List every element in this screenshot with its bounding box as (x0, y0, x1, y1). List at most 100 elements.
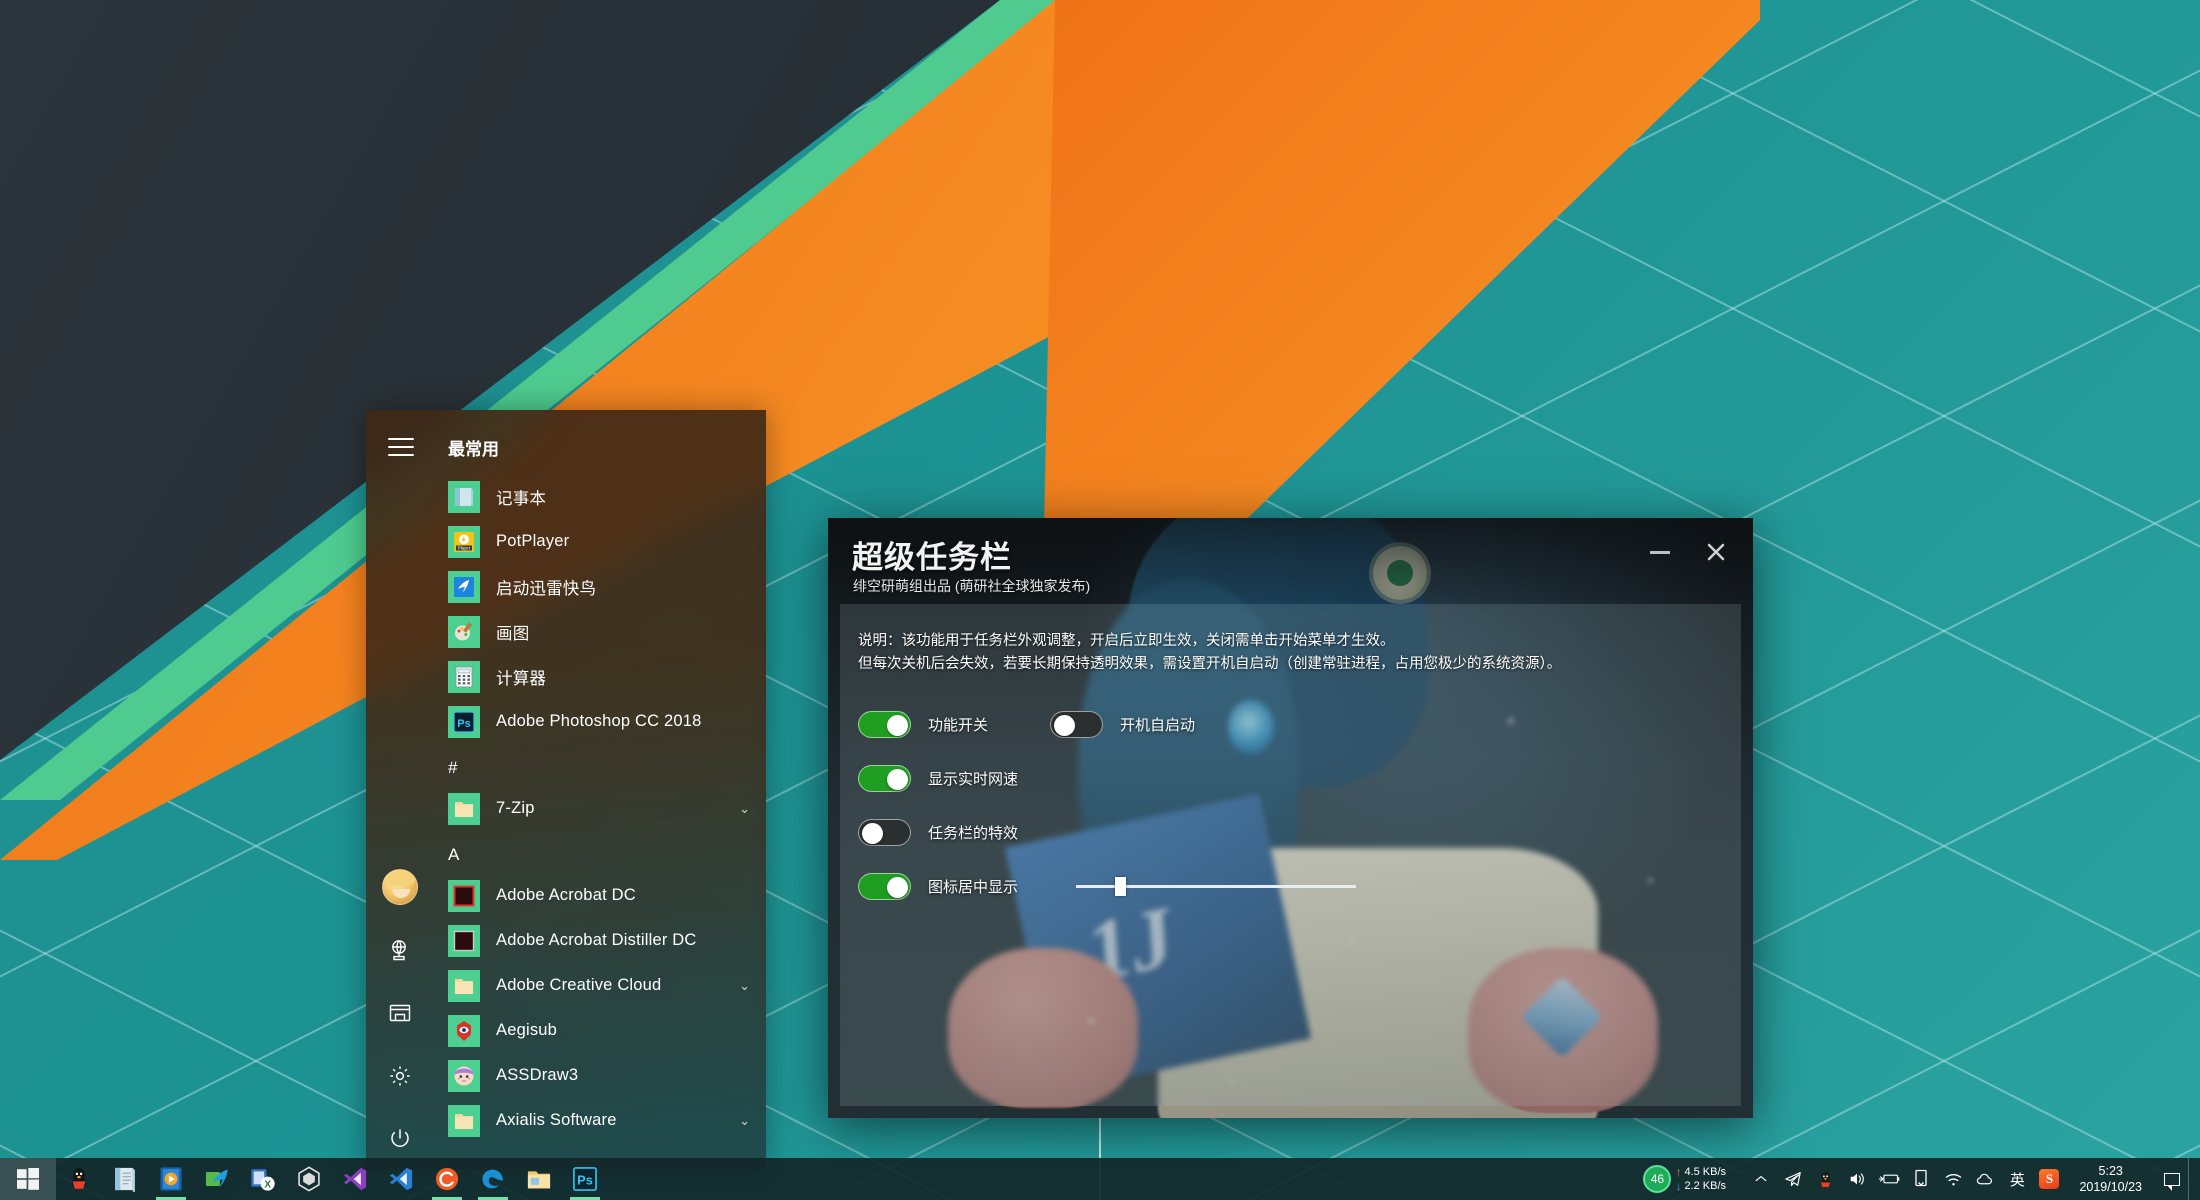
taskbar-item-clover[interactable] (424, 1158, 470, 1200)
app-label: 启动迅雷快鸟 (496, 575, 750, 599)
toggle-autostart[interactable] (1050, 711, 1103, 738)
chevron-down-icon[interactable]: ⌄ (739, 801, 750, 817)
list-item[interactable]: Player PotPlayer (434, 519, 766, 564)
taskbar-item-notepad[interactable] (102, 1158, 148, 1200)
telegram-icon[interactable] (1777, 1158, 1809, 1200)
list-item[interactable]: Adobe Creative Cloud ⌄ (434, 963, 766, 1008)
network-usage-badge[interactable]: 46 (1643, 1165, 1671, 1193)
sidebar-item-pictures[interactable] (366, 981, 434, 1044)
onedrive-icon[interactable] (1969, 1158, 2001, 1200)
clock-date: 2019/10/23 (2079, 1179, 2142, 1195)
qq-tray-icon[interactable] (1809, 1158, 1841, 1200)
app-label: Adobe Acrobat DC (496, 886, 750, 905)
list-item[interactable]: ׫ Adobe Acrobat Distiller DC (434, 918, 766, 963)
app-label: Aegisub (496, 1021, 750, 1040)
sidebar-item-settings[interactable] (366, 1044, 434, 1107)
potplayer-icon: Player (452, 530, 476, 554)
acrobat-icon: ׫ (452, 884, 476, 908)
clock-time: 5:23 (2079, 1163, 2142, 1179)
start-menu[interactable]: 最常用 记事本 Player PotPlayer 启动迅雷快鸟 画图 计算器 Ps Adobe … (366, 410, 766, 1170)
app-label: 画图 (496, 620, 750, 644)
taskbar[interactable]: X Ps 46 ↑ 4.5 KB/s ↓ 2.2 KB/s 英 S 5:23 2… (0, 1158, 2200, 1200)
vs-code-insiders-icon (341, 1165, 369, 1193)
start-menu-rail (366, 410, 434, 1170)
calculator-icon (452, 665, 476, 689)
toggle-row: 功能开关 开机自启动 (858, 704, 1723, 744)
toggle-label: 显示实时网速 (928, 768, 1018, 789)
app-group-letter[interactable]: # (434, 744, 766, 786)
taskbar-item-potplayer[interactable] (148, 1158, 194, 1200)
description-text: 说明：该功能用于任务栏外观调整，开启后立即生效，关闭需单击开始菜单才生效。 但每… (858, 630, 1723, 676)
start-button[interactable] (0, 1158, 56, 1200)
toggle-show-netspeed[interactable] (858, 765, 911, 792)
show-desktop-button[interactable] (2188, 1158, 2196, 1200)
chevron-up-icon[interactable] (1745, 1158, 1777, 1200)
list-item[interactable]: 记事本 (434, 474, 766, 519)
start-menu-app-list[interactable]: 最常用 记事本 Player PotPlayer 启动迅雷快鸟 画图 计算器 Ps Adobe … (434, 410, 766, 1170)
settings-panel: 说明：该功能用于任务栏外观调整，开启后立即生效，关闭需单击开始菜单才生效。 但每… (840, 604, 1741, 1106)
battery-icon[interactable] (1873, 1158, 1905, 1200)
list-item[interactable]: Ps Adobe Photoshop CC 2018 (434, 699, 766, 744)
sidebar-item-network[interactable] (366, 918, 434, 981)
sogou-ime-icon[interactable]: S (2033, 1158, 2065, 1200)
hamburger-menu-icon[interactable] (388, 438, 414, 456)
close-icon (1704, 540, 1728, 564)
list-item[interactable]: 画图 (434, 609, 766, 654)
clock[interactable]: 5:23 2019/10/23 (2065, 1163, 2156, 1195)
svg-text:Player: Player (458, 545, 471, 550)
taskbar-item-thunder[interactable] (194, 1158, 240, 1200)
chevron-down-icon[interactable]: ⌄ (739, 978, 750, 994)
toggle-taskbar-effects[interactable] (858, 819, 911, 846)
taskbar-item-vs-code-insiders[interactable] (332, 1158, 378, 1200)
list-item[interactable]: 启动迅雷快鸟 (434, 564, 766, 609)
taskbar-item-qq[interactable] (56, 1158, 102, 1200)
sidebar-item-user-avatar[interactable] (366, 855, 434, 918)
ime-indicator[interactable]: 英 (2001, 1158, 2033, 1200)
taskbar-item-file-explorer[interactable] (516, 1158, 562, 1200)
svg-text:Ps: Ps (577, 1173, 593, 1188)
power-icon (388, 1127, 412, 1151)
app-group-letter[interactable]: A (434, 831, 766, 873)
toggle-knob (887, 769, 908, 790)
list-item[interactable]: Axialis Software ⌄ (434, 1098, 766, 1143)
list-item[interactable]: 7-Zip ⌄ (434, 786, 766, 831)
list-item[interactable]: ASSDraw3 (434, 1053, 766, 1098)
toggle-row: 显示实时网速 (858, 758, 1723, 798)
notification-icon[interactable] (2156, 1158, 2188, 1200)
wifi-icon[interactable] (1937, 1158, 1969, 1200)
app-label: PotPlayer (496, 532, 750, 551)
upload-speed-value: 4.5 KB/s (1684, 1165, 1726, 1179)
list-item[interactable]: 计算器 (434, 654, 766, 699)
usb-icon[interactable] (1905, 1158, 1937, 1200)
taskbar-item-unity[interactable] (286, 1158, 332, 1200)
close-button[interactable] (1693, 532, 1739, 572)
svg-text:X: X (264, 1180, 271, 1191)
slider-thumb[interactable] (1115, 877, 1126, 896)
unity-icon (295, 1165, 323, 1193)
taskbar-items[interactable]: X Ps (56, 1158, 608, 1200)
volume-icon[interactable] (1841, 1158, 1873, 1200)
transparency-slider[interactable] (1076, 876, 1356, 896)
app-label: Adobe Photoshop CC 2018 (496, 712, 750, 731)
description-line-2: 但每次关机后会失效，若要长期保持透明效果，需设置开机自启动（创建常驻进程，占用您… (858, 653, 1723, 676)
taskbar-item-excel[interactable]: X (240, 1158, 286, 1200)
system-tray[interactable]: 46 ↑ 4.5 KB/s ↓ 2.2 KB/s 英 S 5:23 2019/1… (1637, 1158, 2200, 1200)
edge-icon (479, 1165, 507, 1193)
super-taskbar-window[interactable]: 1J 超级任务栏 绯空研萌组出品 (萌研社全球独家发布) 说明：该功能用于任务栏… (828, 518, 1753, 1118)
photoshop-icon: Ps (571, 1165, 599, 1193)
network-speed-display[interactable]: ↑ 4.5 KB/s ↓ 2.2 KB/s (1675, 1165, 1745, 1193)
app-tile: ׫ (448, 880, 480, 912)
list-item[interactable]: ׫ Adobe Acrobat DC (434, 873, 766, 918)
list-item[interactable]: Aegisub (434, 1008, 766, 1053)
app-label: ASSDraw3 (496, 1066, 750, 1085)
thunder-icon (452, 575, 476, 599)
toggle-row: 图标居中显示 (858, 866, 1723, 906)
page-title: 超级任务栏 (852, 532, 1012, 577)
taskbar-item-edge[interactable] (470, 1158, 516, 1200)
chevron-down-icon[interactable]: ⌄ (739, 1113, 750, 1129)
toggle-center-icons[interactable] (858, 873, 911, 900)
toggle-function-switch[interactable] (858, 711, 911, 738)
taskbar-item-vs-code[interactable] (378, 1158, 424, 1200)
minimize-button[interactable] (1637, 532, 1683, 572)
taskbar-item-photoshop[interactable]: Ps (562, 1158, 608, 1200)
